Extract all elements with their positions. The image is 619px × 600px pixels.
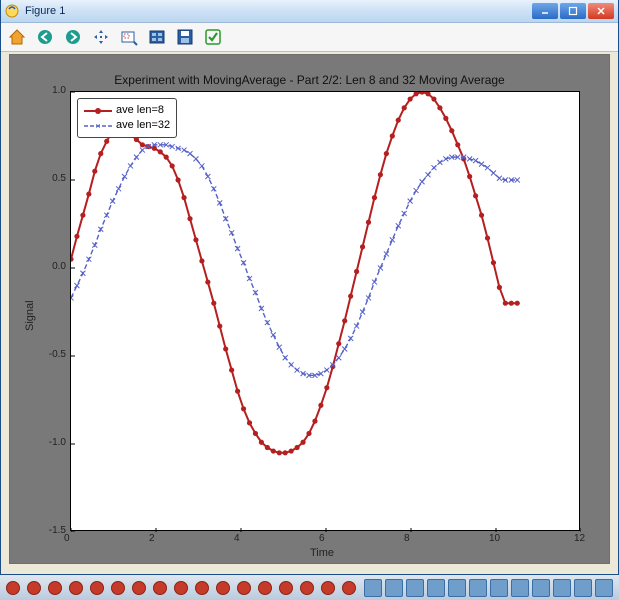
y-tick: -0.5 bbox=[40, 349, 66, 360]
task-app[interactable] bbox=[553, 579, 571, 597]
task-dot[interactable] bbox=[321, 581, 335, 595]
y-axis-label: Signal bbox=[24, 300, 36, 331]
legend-entry-0: ave len=8 bbox=[84, 103, 170, 118]
task-dot[interactable] bbox=[300, 581, 314, 595]
figure-canvas: Experiment with MovingAverage - Part 2/2… bbox=[9, 54, 610, 564]
y-tick: -1.0 bbox=[40, 437, 66, 448]
task-dot[interactable] bbox=[132, 581, 146, 595]
y-tick: 1.0 bbox=[40, 85, 66, 96]
task-app[interactable] bbox=[469, 579, 487, 597]
legend: ave len=8 × ave len=32 bbox=[77, 98, 177, 138]
figure-window: Figure 1 Experiment with MovingAverage -… bbox=[0, 0, 619, 575]
legend-swatch-1: × bbox=[84, 120, 112, 132]
task-app[interactable] bbox=[385, 579, 403, 597]
home-icon[interactable] bbox=[7, 27, 27, 47]
x-tick: 8 bbox=[404, 533, 410, 544]
task-app[interactable] bbox=[490, 579, 508, 597]
task-dot[interactable] bbox=[237, 581, 251, 595]
axes[interactable]: ave len=8 × ave len=32 bbox=[70, 91, 580, 531]
window-buttons bbox=[532, 3, 614, 19]
task-dot[interactable] bbox=[258, 581, 272, 595]
x-tick: 4 bbox=[234, 533, 240, 544]
x-tick: 10 bbox=[489, 533, 500, 544]
task-app[interactable] bbox=[532, 579, 550, 597]
task-app[interactable] bbox=[427, 579, 445, 597]
legend-label-0: ave len=8 bbox=[116, 103, 164, 118]
forward-icon[interactable] bbox=[63, 27, 83, 47]
back-icon[interactable] bbox=[35, 27, 55, 47]
taskbar bbox=[0, 575, 619, 600]
task-dot[interactable] bbox=[111, 581, 125, 595]
task-dot[interactable] bbox=[174, 581, 188, 595]
taskbar-dots bbox=[6, 581, 356, 595]
zoom-icon[interactable] bbox=[119, 27, 139, 47]
svg-text:×: × bbox=[95, 121, 100, 131]
task-app[interactable] bbox=[406, 579, 424, 597]
legend-entry-1: × ave len=32 bbox=[84, 118, 170, 133]
x-axis-label: Time bbox=[310, 547, 334, 559]
task-dot[interactable] bbox=[279, 581, 293, 595]
minimize-button[interactable] bbox=[532, 3, 558, 19]
configure-icon[interactable] bbox=[147, 27, 167, 47]
chart-title: Experiment with MovingAverage - Part 2/2… bbox=[10, 73, 609, 87]
task-app[interactable] bbox=[448, 579, 466, 597]
app-icon bbox=[5, 4, 19, 18]
save-icon[interactable] bbox=[175, 27, 195, 47]
task-dot[interactable] bbox=[195, 581, 209, 595]
legend-label-1: ave len=32 bbox=[116, 118, 170, 133]
x-tick: 12 bbox=[574, 533, 585, 544]
close-button[interactable] bbox=[588, 3, 614, 19]
titlebar: Figure 1 bbox=[1, 0, 618, 23]
maximize-button[interactable] bbox=[560, 3, 586, 19]
task-dot[interactable] bbox=[342, 581, 356, 595]
x-tick: 6 bbox=[319, 533, 325, 544]
plot-svg bbox=[71, 92, 581, 532]
desktop: Figure 1 Experiment with MovingAverage -… bbox=[0, 0, 619, 600]
task-dot[interactable] bbox=[48, 581, 62, 595]
task-app[interactable] bbox=[595, 579, 613, 597]
window-title: Figure 1 bbox=[23, 5, 532, 17]
y-tick: 0.0 bbox=[40, 261, 66, 272]
taskbar-apps bbox=[364, 579, 613, 597]
task-app[interactable] bbox=[364, 579, 382, 597]
toolbar bbox=[1, 23, 618, 52]
task-dot[interactable] bbox=[6, 581, 20, 595]
task-app[interactable] bbox=[574, 579, 592, 597]
task-dot[interactable] bbox=[216, 581, 230, 595]
x-tick: 2 bbox=[149, 533, 155, 544]
pan-icon[interactable] bbox=[91, 27, 111, 47]
task-dot[interactable] bbox=[27, 581, 41, 595]
task-dot[interactable] bbox=[90, 581, 104, 595]
y-tick: 0.5 bbox=[40, 173, 66, 184]
task-dot[interactable] bbox=[69, 581, 83, 595]
legend-swatch-0 bbox=[84, 105, 112, 117]
task-dot[interactable] bbox=[153, 581, 167, 595]
check-icon[interactable] bbox=[203, 27, 223, 47]
task-app[interactable] bbox=[511, 579, 529, 597]
y-tick: -1.5 bbox=[40, 525, 66, 536]
